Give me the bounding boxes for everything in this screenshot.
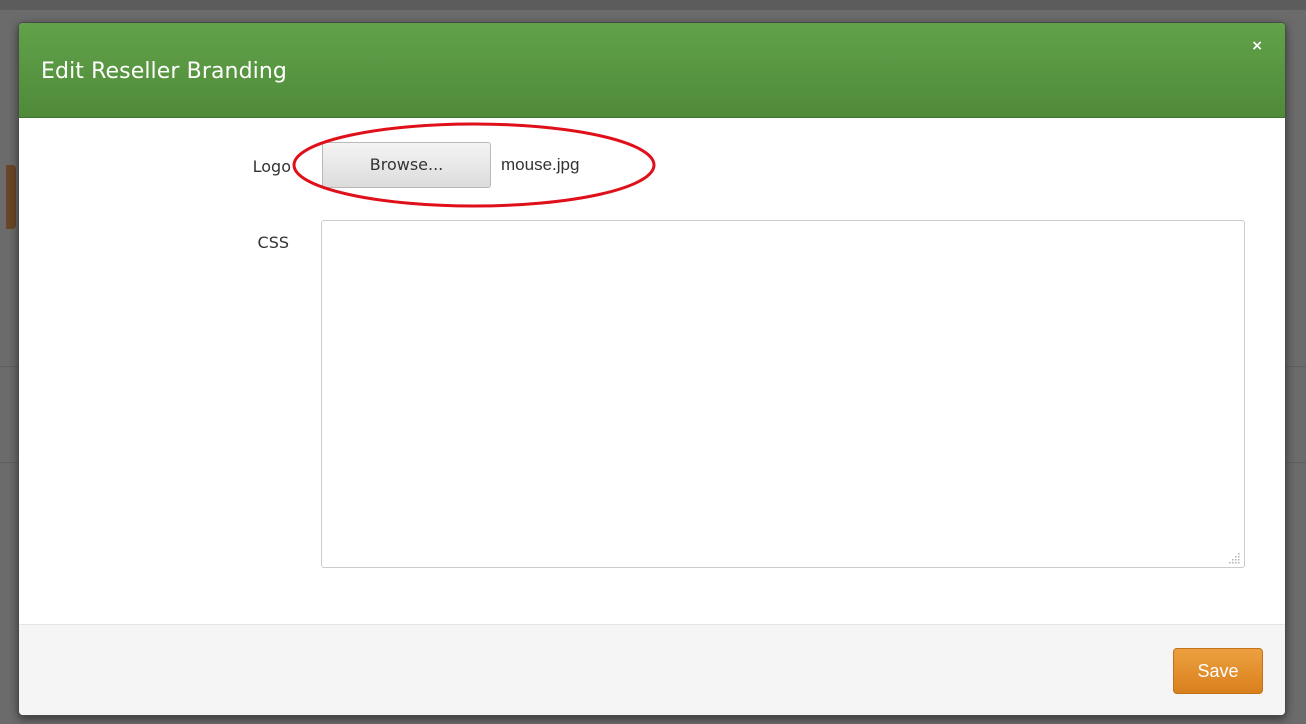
selected-file-name: mouse.jpg xyxy=(501,155,580,174)
page-backdrop-topbar xyxy=(0,0,1306,10)
page-backdrop-accent xyxy=(6,165,16,229)
logo-label: Logo xyxy=(252,157,291,176)
dialog-body: Logo Browse... mouse.jpg CSS xyxy=(19,118,1285,624)
edit-reseller-branding-dialog: Edit Reseller Branding × Logo Browse... … xyxy=(18,22,1286,716)
dialog-title: Edit Reseller Branding xyxy=(41,59,287,84)
browse-button[interactable]: Browse... xyxy=(322,142,491,188)
close-icon[interactable]: × xyxy=(1251,39,1263,53)
dialog-header: Edit Reseller Branding × xyxy=(19,23,1285,118)
css-label: CSS xyxy=(257,233,289,252)
dialog-footer: Save xyxy=(19,624,1285,715)
save-button[interactable]: Save xyxy=(1173,648,1263,694)
css-textarea[interactable] xyxy=(321,220,1245,568)
